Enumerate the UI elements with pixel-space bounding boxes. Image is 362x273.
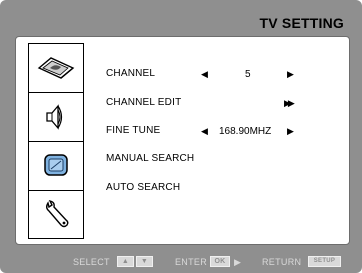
menu-item-label: AUTO SEARCH — [106, 182, 181, 193]
menu-item-channel-edit[interactable]: CHANNEL EDIT — [106, 97, 181, 108]
wrench-icon — [41, 199, 71, 231]
setup-key-icon: SETUP — [308, 256, 341, 267]
menu-item-channel[interactable]: CHANNEL — [106, 68, 155, 79]
tab-tv-setting[interactable] — [29, 141, 83, 190]
tab-sound[interactable] — [29, 92, 83, 141]
menu-item-label: MANUAL SEARCH — [106, 153, 195, 164]
enter-arrow-icon: ▶ — [234, 257, 242, 267]
menu-item-manual-search[interactable]: MANUAL SEARCH — [106, 153, 194, 164]
menu-item-auto-search[interactable]: AUTO SEARCH — [106, 182, 180, 193]
return-hint-label: RETURN — [262, 257, 302, 267]
menu-item-label: CHANNEL — [106, 68, 156, 79]
picture-icon — [37, 54, 75, 82]
channel-value: 5 — [245, 69, 251, 80]
page-title: TV SETTING — [259, 15, 344, 31]
tab-picture[interactable] — [29, 43, 83, 92]
enter-hint-label: ENTER — [175, 257, 208, 267]
right-arrow-icon[interactable]: ▶ — [287, 126, 294, 137]
footer-hints: SELECT ▲ ▼ ENTER OK ▶ RETURN SETUP — [0, 256, 362, 269]
settings-panel: CHANNEL ◀ 5 ▶ CHANNEL EDIT ▶▶ FINE TUNE … — [15, 36, 350, 245]
down-key-icon: ▼ — [136, 256, 153, 267]
speaker-icon — [43, 102, 69, 132]
menu-item-label: FINE TUNE — [106, 125, 161, 136]
right-arrow-icon[interactable]: ▶ — [287, 69, 294, 80]
category-tabs — [28, 43, 84, 239]
left-arrow-icon[interactable]: ◀ — [201, 69, 208, 80]
tv-setting-icon — [41, 152, 71, 180]
menu-item-fine-tune[interactable]: FINE TUNE — [106, 125, 160, 136]
left-arrow-icon[interactable]: ◀ — [201, 126, 208, 137]
tab-setup[interactable] — [29, 190, 83, 239]
fast-forward-icon[interactable]: ▶▶ — [284, 98, 295, 109]
tv-osd-frame: TV SETTING CHANNEL ◀ 5 ▶ CHANNEL EDIT ▶▶… — [0, 0, 362, 273]
menu-item-label: CHANNEL EDIT — [106, 97, 182, 108]
up-key-icon: ▲ — [117, 256, 134, 267]
fine-tune-value: 168.90MHZ — [219, 126, 272, 137]
ok-key-icon: OK — [210, 256, 230, 267]
select-hint-label: SELECT — [73, 257, 110, 267]
